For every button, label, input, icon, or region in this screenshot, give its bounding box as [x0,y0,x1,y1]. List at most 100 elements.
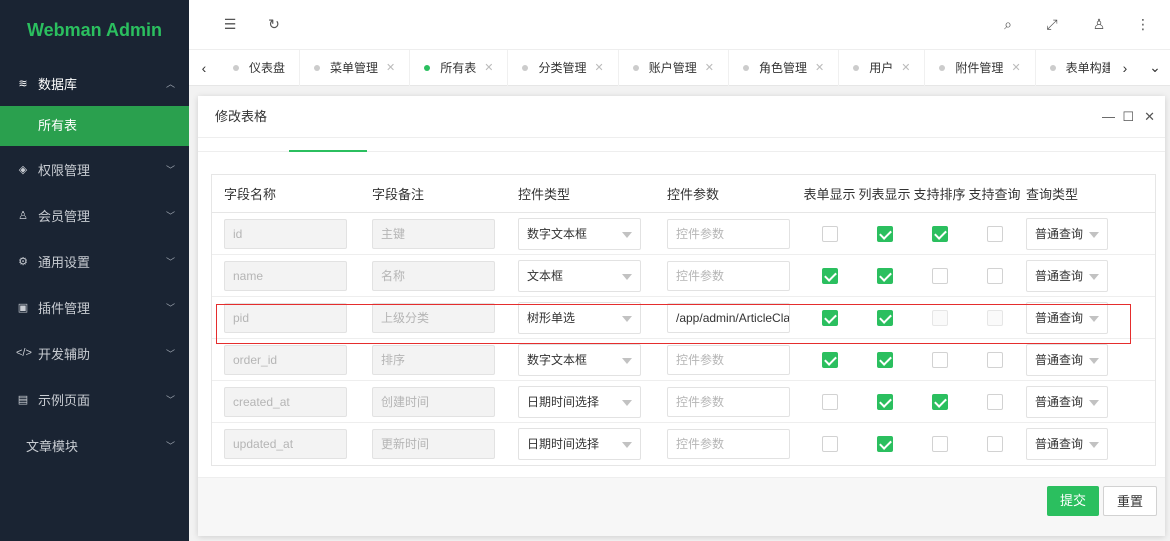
query-type-select[interactable]: 普通查询 [1026,428,1108,460]
sidebar-item[interactable]: ♙ 会员管理 ﹀ [0,192,189,238]
query-type-select[interactable]: 普通查询 [1026,301,1108,334]
searchable-checkbox[interactable] [986,309,1003,326]
tab[interactable]: 表单构建✕ [1036,50,1110,86]
form-show-checkbox[interactable] [821,309,838,326]
refresh-icon[interactable]: ↻ [265,16,283,33]
tab-close-icon[interactable]: ✕ [595,61,604,74]
tab[interactable]: 仪表盘 [219,49,301,86]
control-type-select[interactable]: 数字文本框 [518,343,641,376]
minimize-icon[interactable]: — [1102,96,1115,138]
sidebar-item-label: 插件管理 [38,300,91,316]
query-type-cell: 普通查询 [1022,301,1112,334]
list-show-checkbox[interactable] [876,309,893,326]
searchable-checkbox[interactable] [986,393,1003,410]
tab[interactable]: 账户管理 ✕ [619,49,729,86]
tabs-prev-icon[interactable]: ‹ [189,60,219,76]
sidebar-subitem-all-tables[interactable]: 所有表 [0,106,189,146]
tab[interactable]: 角色管理 ✕ [729,49,840,86]
sidebar-item[interactable]: ⚙ 通用设置 ﹀ [0,238,189,284]
col-header-searchable: 支持查询 [968,187,1021,202]
tab[interactable]: 用户 ✕ [839,49,926,86]
sidebar-item[interactable]: ≋ 数据库 ︿ [0,60,189,106]
control-param-input[interactable]: 控件参数 [667,344,790,375]
control-param-cell: 控件参数 [656,429,802,459]
control-param-input[interactable]: 控件参数 [667,429,790,459]
control-type-select[interactable]: 树形单选 [518,301,641,334]
query-type-select[interactable]: 普通查询 [1026,217,1108,250]
control-type-select[interactable]: 日期时间选择 [518,385,641,418]
sidebar-item[interactable]: ◈ 权限管理 ﹀ [0,146,189,192]
tab-close-icon[interactable]: ✕ [901,61,910,74]
list-show-checkbox[interactable] [876,225,893,242]
tab[interactable]: 所有表 ✕ [410,49,509,86]
control-type-select[interactable]: 数字文本框 [518,217,641,250]
control-type-select[interactable]: 文本框 [518,259,641,292]
tab-close-icon[interactable]: ✕ [815,61,824,74]
control-param-input[interactable]: 控件参数 [667,218,790,249]
query-type-cell: 普通查询 [1022,259,1112,292]
list-show-cell [857,267,912,284]
field-name-input: order_id [224,344,347,375]
maximize-icon[interactable]: ☐ [1122,96,1134,138]
sidebar-item[interactable]: 文章模块 ﹀ [0,422,189,468]
tabs-next-icon[interactable]: › [1110,60,1140,76]
tab[interactable]: 附件管理 ✕ [925,49,1036,86]
list-show-checkbox[interactable] [876,351,893,368]
sortable-checkbox[interactable] [931,351,948,368]
form-show-checkbox[interactable] [821,393,838,410]
chevron-down-icon: ﹀ [165,210,175,221]
searchable-checkbox[interactable] [986,436,1003,452]
tab-dot [314,64,321,71]
submit-button[interactable]: 提交 [1047,486,1100,516]
control-param-input[interactable]: 控件参数 [667,386,790,417]
list-show-checkbox[interactable] [876,393,893,410]
control-param-input[interactable]: /app/admin/ArticleClas [667,302,790,333]
sortable-checkbox[interactable] [931,225,948,242]
tab[interactable]: 菜单管理 ✕ [300,49,411,86]
sortable-cell [912,351,967,368]
sortable-checkbox[interactable] [931,267,948,284]
more-icon[interactable]: ⋮ [1134,16,1152,33]
query-type-select[interactable]: 普通查询 [1026,343,1108,376]
sortable-checkbox[interactable] [931,393,948,410]
sidebar-item-label: 权限管理 [38,162,91,178]
sidebar-item[interactable]: ▣ 插件管理 ﹀ [0,284,189,330]
table-row: name 名称 文本框 控件参数 普通查询 [212,255,1155,297]
tab-close-icon[interactable]: ✕ [484,61,493,74]
fullscreen-icon[interactable]: ⤢ [1043,16,1061,33]
query-type-select[interactable]: 普通查询 [1026,259,1108,292]
query-type-select[interactable]: 普通查询 [1026,385,1108,418]
searchable-checkbox[interactable] [986,267,1003,284]
tab-close-icon[interactable]: ✕ [705,61,714,74]
sidebar-item[interactable]: ▤ 示例页面 ﹀ [0,376,189,422]
sidebar-item[interactable]: </> 开发辅助 ﹀ [0,330,189,376]
sortable-checkbox[interactable] [931,436,948,452]
search-icon[interactable]: ⌕ [999,16,1017,33]
tab-close-icon[interactable]: ✕ [1011,61,1020,74]
list-show-checkbox[interactable] [876,436,893,452]
close-icon[interactable]: ✕ [1144,96,1155,138]
control-type-select[interactable]: 日期时间选择 [518,428,641,460]
tab[interactable]: 分类管理 ✕ [508,49,619,86]
menu-collapse-icon[interactable]: ☰ [221,16,239,33]
caret-down-icon [622,231,632,238]
reset-button[interactable]: 重置 [1103,486,1158,516]
tab-close-icon[interactable]: ✕ [386,61,395,74]
field-note-cell: 创建时间 [360,386,508,417]
list-show-checkbox[interactable] [876,267,893,284]
query-type-cell: 普通查询 [1022,343,1112,376]
chevron-up-icon: ︿ [165,78,175,89]
page-icon: ▤ [17,393,29,406]
searchable-checkbox[interactable] [986,351,1003,368]
form-show-checkbox[interactable] [821,351,838,368]
control-param-input[interactable]: 控件参数 [667,260,790,291]
tabs-dropdown-icon[interactable]: ⌄ [1140,59,1170,76]
sortable-checkbox[interactable] [931,309,948,326]
form-show-checkbox[interactable] [821,436,838,452]
control-param-cell: 控件参数 [656,386,802,417]
form-show-checkbox[interactable] [821,267,838,284]
form-show-checkbox[interactable] [821,225,838,242]
control-param-cell: 控件参数 [656,344,802,375]
searchable-checkbox[interactable] [986,225,1003,242]
user-icon[interactable]: ♙ [1090,16,1108,33]
